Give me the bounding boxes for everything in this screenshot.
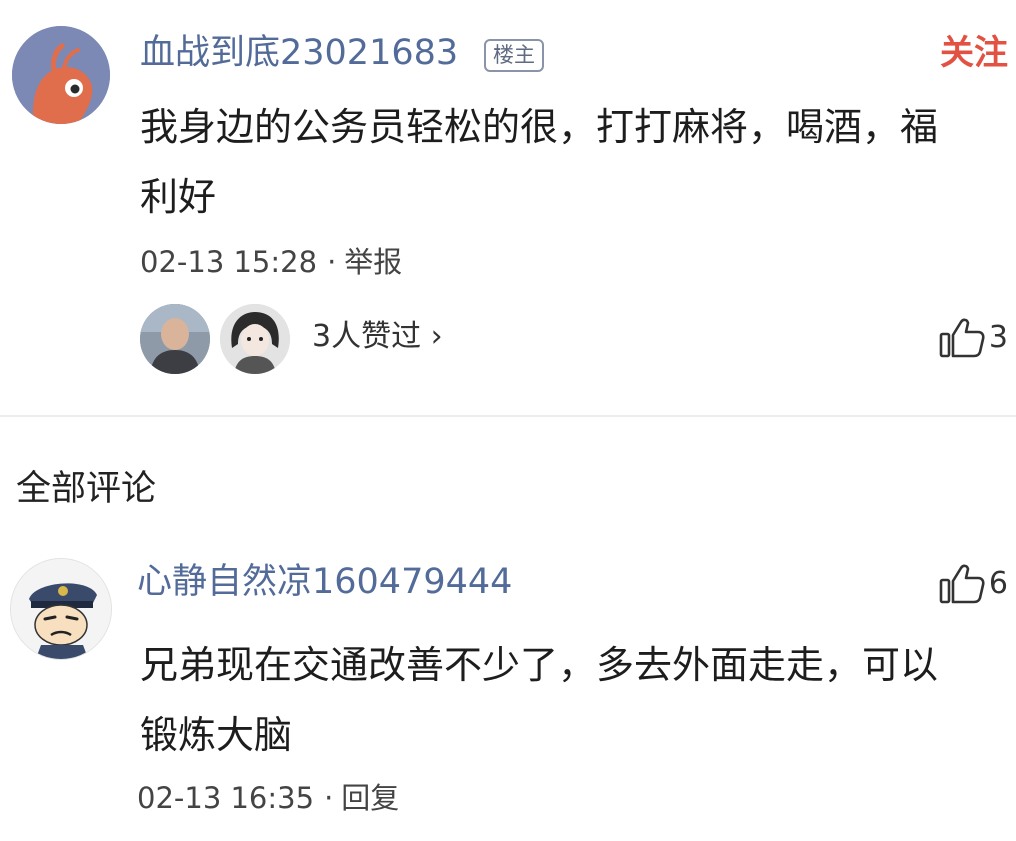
shrimp-avatar-icon: [12, 26, 110, 124]
commenter-username[interactable]: 心静自然凉160479444: [137, 565, 512, 600]
op-post-text: 我身边的公务员轻松的很，打打麻将，喝酒，福利好: [140, 105, 939, 219]
op-avatar[interactable]: [12, 26, 110, 124]
commenter-avatar[interactable]: [10, 558, 112, 660]
op-username[interactable]: 血战到底23021683: [140, 36, 458, 71]
thumbs-up-icon: [939, 564, 985, 604]
chevron-right-icon: ›: [430, 319, 443, 354]
reply-link[interactable]: 回复: [341, 781, 399, 815]
comment-like-button[interactable]: 6: [939, 562, 1008, 606]
liker-avatar[interactable]: [140, 304, 210, 374]
liker-avatar[interactable]: [220, 304, 290, 374]
likers-count-text: 3人赞过: [312, 319, 422, 354]
comment-timestamp: 02-13 16:35: [137, 781, 315, 815]
liker-avatar-photo-icon: [140, 304, 210, 374]
comment-like-count: 6: [988, 566, 1008, 601]
section-title: 全部评论: [16, 469, 157, 509]
post-card: 血战到底23021683 楼主 关注 我身边的公务员轻松的很，打打麻将，喝酒，福…: [0, 0, 1016, 415]
meta-separator: ·: [327, 245, 337, 279]
section-divider: [0, 415, 1016, 417]
comment-text: 兄弟现在交通改善不少了，多去外面走走，可以锻炼大脑: [140, 643, 939, 757]
op-like-button[interactable]: 3: [939, 316, 1008, 360]
police-cartoon-avatar-icon: [11, 559, 111, 659]
liker-avatar-photo-icon: [220, 304, 290, 374]
op-meta: 02-13 15:28 · 举报: [140, 248, 402, 277]
op-timestamp: 02-13 15:28: [140, 245, 318, 279]
comment-meta: 02-13 16:35 · 回复: [137, 784, 399, 813]
likers-link[interactable]: 3人赞过 ›: [312, 322, 443, 352]
follow-button[interactable]: 关注: [940, 36, 1008, 70]
report-link[interactable]: 举报: [344, 245, 402, 279]
thumbs-up-icon: [939, 318, 985, 358]
meta-separator: ·: [324, 781, 334, 815]
op-like-count: 3: [988, 320, 1008, 355]
op-badge: 楼主: [484, 39, 544, 72]
